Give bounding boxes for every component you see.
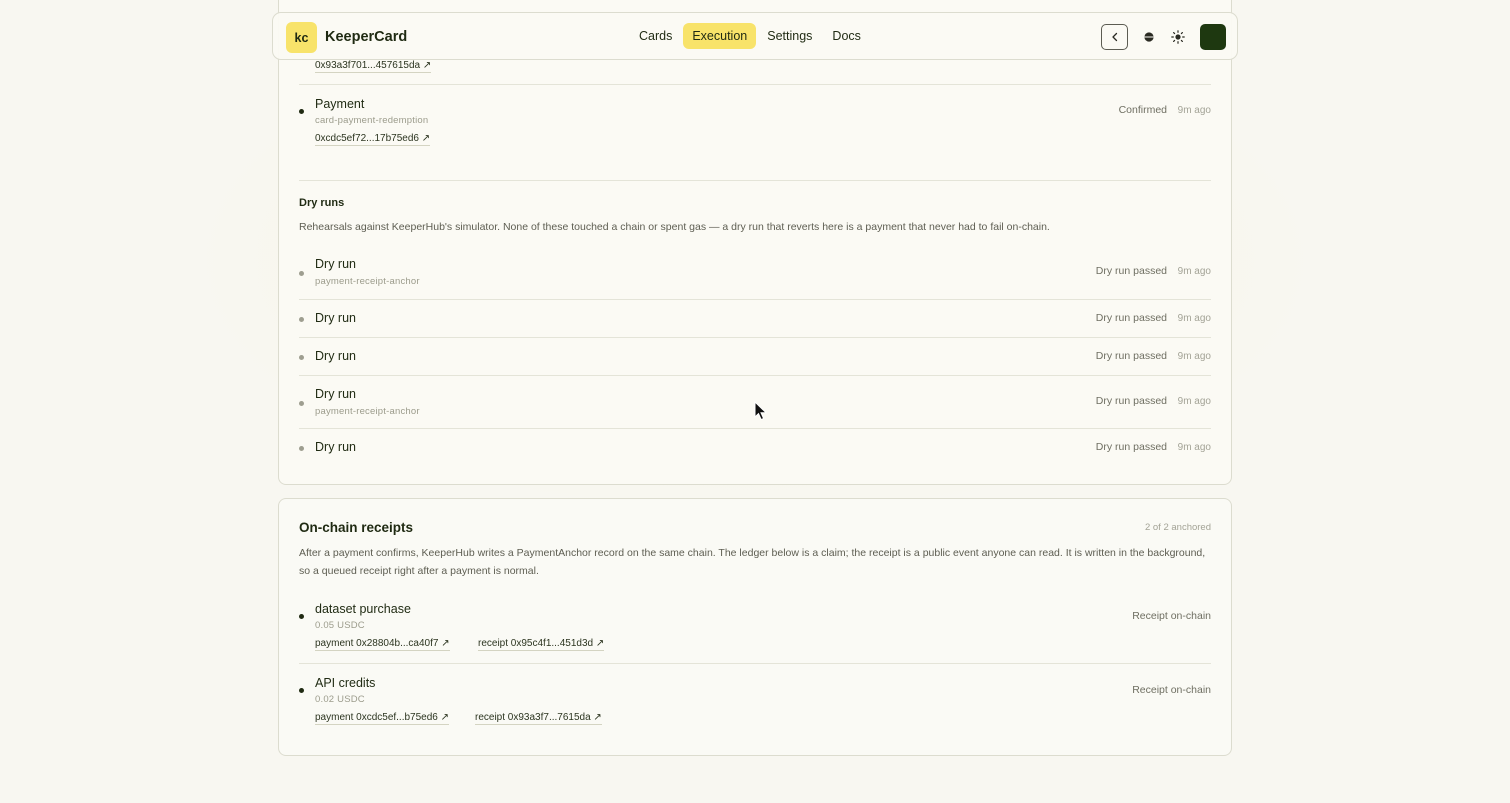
tab-cards[interactable]: Cards xyxy=(630,23,681,49)
status-label: Dry run passed xyxy=(1095,312,1167,324)
status-dot xyxy=(299,317,304,322)
payment-tx-link[interactable]: payment 0x28804b...ca40f7 ↗ xyxy=(315,638,450,651)
collapse-button[interactable] xyxy=(1101,24,1128,50)
theme-light-button[interactable] xyxy=(1171,30,1185,44)
row-amount: 0.02 USDC xyxy=(315,694,365,705)
mouse-cursor-icon xyxy=(754,401,768,421)
status-label: Receipt on-chain xyxy=(1132,684,1211,696)
timestamp: 9m ago xyxy=(1177,396,1211,407)
timestamp: 9m ago xyxy=(1177,351,1211,362)
moon-icon xyxy=(1144,32,1154,42)
sun-icon xyxy=(1171,30,1185,44)
dry-runs-heading: Dry runs xyxy=(299,197,345,209)
dry-runs-description: Rehearsals against KeeperHub's simulator… xyxy=(299,221,1050,233)
row-subtitle: card-payment-redemption xyxy=(315,115,429,126)
receipts-heading: On-chain receipts xyxy=(299,520,414,535)
receipts-panel: On-chain receipts 2 of 2 anchored After … xyxy=(278,498,1232,756)
receipt-row: dataset purchase 0.05 USDC payment 0x288… xyxy=(299,595,1211,664)
timestamp: 9m ago xyxy=(1177,442,1211,453)
status-dot xyxy=(299,446,304,451)
status-label: Dry run passed xyxy=(1095,441,1167,453)
anchored-count: 2 of 2 anchored xyxy=(1144,522,1211,533)
status-dot xyxy=(299,271,304,276)
theme-dark-button[interactable] xyxy=(1142,30,1156,44)
row-title: Dry run xyxy=(315,440,356,454)
status-dot xyxy=(299,109,304,114)
status-label: Receipt on-chain xyxy=(1132,610,1211,622)
status-dot xyxy=(299,355,304,360)
app-name[interactable]: KeeperCard xyxy=(325,29,407,45)
dry-run-row[interactable]: Dry run Dry run passed 9m ago xyxy=(299,429,1211,467)
status-dot xyxy=(299,401,304,406)
top-nav: kc KeeperCard Cards Execution Settings D… xyxy=(272,12,1238,60)
status-dot xyxy=(299,614,304,619)
tx-hash-link[interactable]: 0x93a3f701...457615da ↗ xyxy=(315,60,432,73)
row-title: Dry run xyxy=(315,311,356,325)
receipt-tx-link[interactable]: receipt 0x95c4f1...451d3d ↗ xyxy=(478,638,605,651)
status-label: Dry run passed xyxy=(1095,265,1167,277)
row-title: Dry run xyxy=(315,257,356,271)
status-label: Confirmed xyxy=(1118,104,1167,116)
row-subtitle: payment-receipt-anchor xyxy=(315,276,420,287)
row-title: Dry run xyxy=(315,387,356,401)
execution-row-payment: Payment card-payment-redemption 0xcdc5ef… xyxy=(299,85,1211,181)
timestamp: 9m ago xyxy=(1177,105,1211,116)
status-dot xyxy=(299,688,304,693)
tab-execution[interactable]: Execution xyxy=(683,23,757,49)
row-title: dataset purchase xyxy=(315,602,411,616)
receipts-description: After a payment confirms, KeeperHub writ… xyxy=(299,547,1206,577)
row-amount: 0.05 USDC xyxy=(315,620,365,631)
status-label: Dry run passed xyxy=(1095,350,1167,362)
chevron-left-icon xyxy=(1111,32,1117,42)
payment-tx-link[interactable]: payment 0xcdc5ef...b75ed6 ↗ xyxy=(315,712,450,725)
status-label: Dry run passed xyxy=(1095,395,1167,407)
logo-badge[interactable]: kc xyxy=(286,22,317,53)
dry-run-row[interactable]: Dry run Dry run passed 9m ago xyxy=(299,300,1211,338)
timestamp: 9m ago xyxy=(1177,313,1211,324)
row-subtitle: payment-receipt-anchor xyxy=(315,406,420,417)
receipt-tx-link[interactable]: receipt 0x93a3f7...7615da ↗ xyxy=(475,712,602,725)
nav-tabs: Cards Execution Settings Docs xyxy=(630,23,870,49)
dry-run-row[interactable]: Dry run Dry run passed 9m ago xyxy=(299,338,1211,376)
row-title: Dry run xyxy=(315,349,356,363)
timestamp: 9m ago xyxy=(1177,266,1211,277)
tab-settings[interactable]: Settings xyxy=(758,23,821,49)
tab-docs[interactable]: Docs xyxy=(823,23,869,49)
avatar[interactable] xyxy=(1200,24,1226,50)
row-title: Payment xyxy=(315,97,365,111)
row-title: API credits xyxy=(315,676,376,690)
receipt-row: API credits 0.02 USDC payment 0xcdc5ef..… xyxy=(299,664,1211,736)
dry-run-row[interactable]: Dry run payment-receipt-anchor Dry run p… xyxy=(299,247,1211,300)
tx-hash-link[interactable]: 0xcdc5ef72...17b75ed6 ↗ xyxy=(315,133,431,146)
